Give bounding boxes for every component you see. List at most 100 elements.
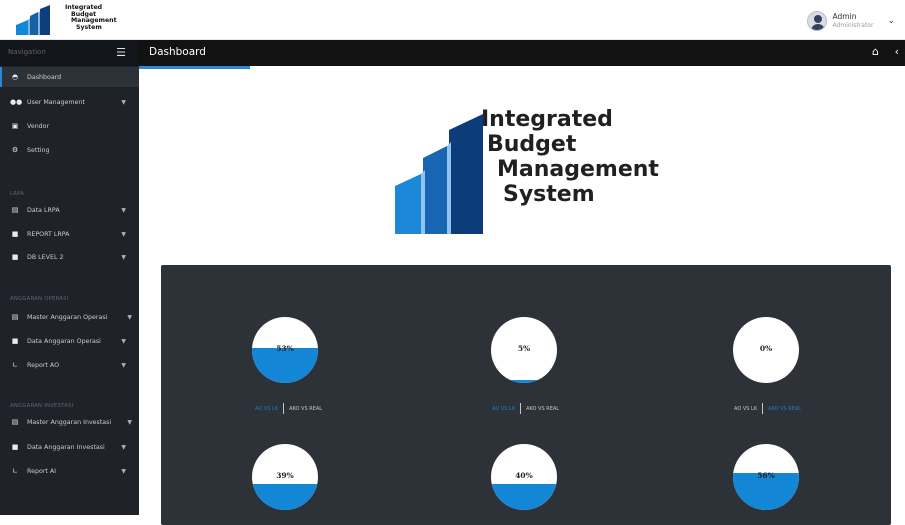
logo-text-integrated: Integrated (481, 107, 613, 132)
tab-divider (520, 403, 522, 414)
gear-icon: ⚙ (11, 146, 19, 154)
sidebar-item-label: Vendor (27, 122, 50, 130)
sidebar-item-label: Report AO (27, 361, 60, 369)
tab-ao-vs-lk[interactable]: AO VS LK (492, 406, 515, 412)
sidebar-item-user-management[interactable]: ●● User Management ▼ (0, 92, 139, 112)
table-icon: ▤ (11, 418, 19, 426)
sidebar: Navigation ☰ ◓ Dashboard ●● User Managem… (0, 40, 139, 515)
user-info: Admin Administrator (833, 12, 874, 30)
sidebar-header: Navigation ☰ (0, 40, 139, 66)
sidebar-item-label: Dashboard (27, 73, 62, 81)
gauge-tabs-2: AO VS LK AKO VS REAL (492, 403, 559, 414)
gauge-fill (491, 483, 557, 510)
tab-ako-vs-real[interactable]: AKO VS REAL (768, 406, 801, 412)
sidebar-title: Navigation (8, 48, 46, 56)
user-menu[interactable]: Admin Administrator ⌄ (806, 9, 895, 33)
section-title-anggaran-operasi: ANGGARAN OPERASI (10, 296, 69, 302)
logo-bars-icon (16, 5, 50, 35)
sidebar-item-label: Master Anggaran Investasi (27, 418, 112, 426)
user-name: Admin (832, 12, 857, 21)
document-icon: ■ (11, 253, 19, 261)
sidebar-item-data-lrpa[interactable]: ▤ Data LRPA ▼ (0, 200, 139, 220)
sidebar-item-label: Master Anggaran Operasi (27, 313, 108, 321)
brand-logo[interactable]: Integrated Budget Management System (14, 4, 154, 35)
section-title-anggaran-investasi: ANGGARAN INVESTASI (10, 403, 74, 409)
chevron-down-icon: ▼ (121, 98, 126, 106)
chart-icon: ∟ (12, 467, 18, 475)
gauge-percent: 5% (517, 344, 531, 353)
document-icon: ■ (11, 230, 19, 238)
chevron-down-icon[interactable]: ⌄ (887, 16, 895, 26)
chevron-down-icon: ▼ (121, 206, 126, 214)
sidebar-item-report-ai[interactable]: ∟ Report AI ▼ (0, 461, 139, 481)
tab-ao-vs-lk[interactable]: AO VS LK (255, 406, 278, 412)
user-avatar-icon[interactable] (806, 11, 827, 31)
tab-ako-vs-real[interactable]: AKO VS REAL (526, 406, 559, 412)
gauge-percent: 53% (276, 344, 294, 353)
chevron-down-icon: ▼ (121, 253, 126, 261)
gauge-ao-3: 0% (733, 317, 799, 383)
chevron-left-icon[interactable]: ‹ (895, 45, 899, 58)
gauge-fill (252, 348, 318, 383)
gauge-ai-1: 39% (252, 444, 318, 510)
document-icon: ■ (11, 443, 19, 451)
main-logo: Integrated Budget Management System (395, 104, 675, 244)
tab-ao-vs-lk[interactable]: AO VS LK (734, 406, 757, 412)
logo-text-budget: Budget (487, 132, 577, 157)
sidebar-item-dashboard[interactable]: ◓ Dashboard (0, 67, 139, 87)
table-icon: ▤ (11, 313, 19, 321)
logo-text-system: System (503, 182, 595, 207)
top-bar: Integrated Budget Management System Admi… (0, 0, 905, 40)
gauge-percent: 39% (276, 471, 294, 480)
chart-icon: ∟ (12, 361, 18, 369)
chevron-down-icon: ▼ (121, 361, 126, 369)
sidebar-item-label: Report AI (27, 467, 57, 475)
page-header: Dashboard ⌂ ‹ (139, 40, 905, 66)
gauge-ai-2: 40% (491, 444, 557, 510)
gauge-percent: 40% (515, 471, 533, 480)
sidebar-item-vendor[interactable]: ▣ Vendor (0, 116, 139, 136)
chevron-down-icon: ▼ (121, 230, 126, 238)
sidebar-item-report-ao[interactable]: ∟ Report AO ▼ (0, 355, 139, 375)
gauge-ao-1: 53% (252, 317, 318, 383)
chevron-down-icon: ▼ (121, 467, 126, 475)
logo-line-4: System (76, 23, 102, 31)
sidebar-item-data-anggaran-operasi[interactable]: ■ Data Anggaran Operasi ▼ (0, 331, 139, 351)
section-title-lrpa: LRPA (10, 191, 25, 197)
tab-divider (283, 403, 285, 414)
hamburger-icon[interactable]: ☰ (116, 47, 126, 58)
gauge-ao-2: 5% (491, 317, 557, 383)
vendor-icon: ▣ (11, 122, 19, 130)
user-role: Administrator (832, 22, 874, 29)
sidebar-item-label: Data Anggaran Operasi (27, 337, 101, 345)
sidebar-item-db-level-2[interactable]: ■ DB LEVEL 2 ▼ (0, 247, 139, 267)
sidebar-item-master-anggaran-investasi[interactable]: ▤ Master Anggaran Investasi ▼ (0, 412, 139, 432)
gauge-percent: 0% (759, 344, 773, 353)
sidebar-item-master-anggaran-operasi[interactable]: ▤ Master Anggaran Operasi ▼ (0, 307, 139, 327)
sidebar-item-label: User Management (27, 98, 85, 106)
page-title: Dashboard (149, 46, 206, 58)
table-icon: ▤ (11, 206, 19, 214)
title-underline (139, 66, 250, 69)
gauge-tabs-3: AO VS LK AKO VS REAL (734, 403, 801, 414)
tab-ako-vs-real[interactable]: AKO VS REAL (289, 406, 322, 412)
sidebar-item-report-lrpa[interactable]: ■ REPORT LRPA ▼ (0, 224, 139, 244)
gauge-tabs-1: AO VS LK AKO VS REAL (255, 403, 322, 414)
sidebar-item-label: Data LRPA (27, 206, 60, 214)
users-icon: ●● (10, 98, 23, 106)
tab-divider (762, 403, 764, 414)
sidebar-item-label: DB LEVEL 2 (27, 253, 64, 261)
logo-bars-icon (395, 114, 483, 234)
sidebar-item-data-anggaran-investasi[interactable]: ■ Data Anggaran Investasi ▼ (0, 437, 139, 457)
chevron-down-icon: ▼ (127, 313, 132, 321)
home-icon[interactable]: ⌂ (872, 45, 879, 58)
sidebar-item-setting[interactable]: ⚙ Setting (0, 140, 139, 160)
chevron-down-icon: ▼ (127, 418, 132, 426)
gauge-fill (252, 484, 318, 510)
gauge-panel: 53% AO VS LK AKO VS REAL 5% AO VS LK AKO… (161, 265, 891, 525)
sidebar-item-label: REPORT LRPA (27, 230, 70, 238)
gauge-ai-3: 56% (733, 444, 799, 510)
sidebar-item-label: Data Anggaran Investasi (27, 443, 105, 451)
document-icon: ■ (11, 337, 19, 345)
sidebar-item-label: Setting (27, 146, 50, 154)
